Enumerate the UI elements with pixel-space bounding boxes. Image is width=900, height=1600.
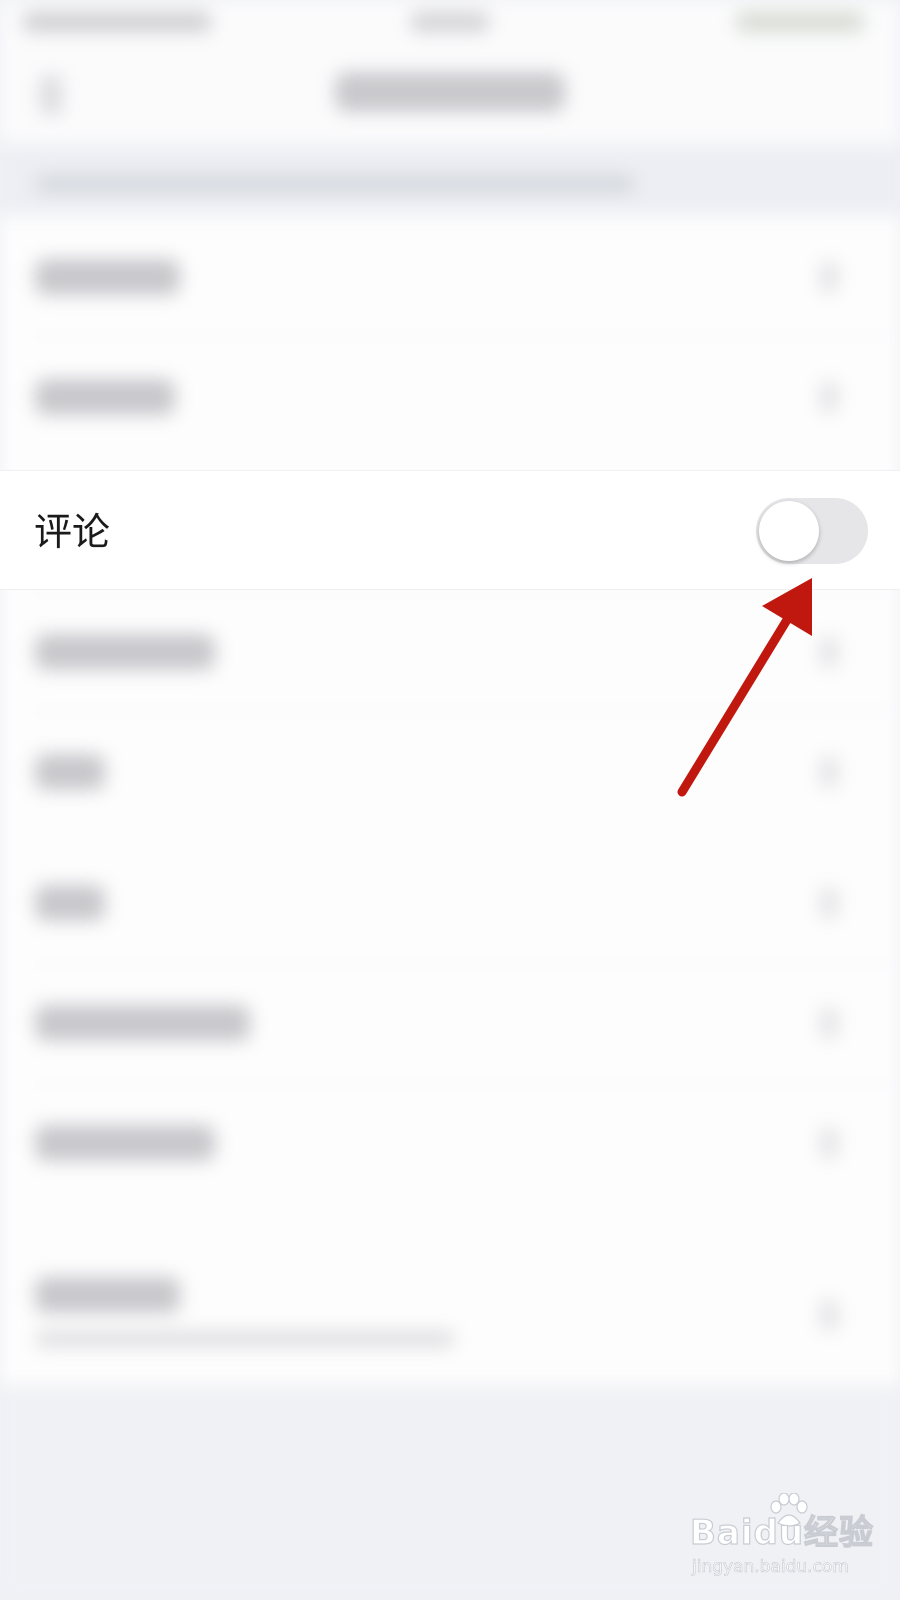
- chevron-right-icon: [820, 1128, 838, 1158]
- baidu-watermark: Baidu经验 jingyan.baidu.com: [689, 1493, 890, 1585]
- chevron-right-icon: [820, 1008, 838, 1038]
- row-description-blur: [35, 1331, 455, 1347]
- chevron-right-icon: [820, 1300, 838, 1330]
- settings-row-comments: 评论: [0, 470, 900, 590]
- comments-toggle-switch[interactable]: [756, 498, 868, 564]
- chevron-right-icon: [820, 382, 838, 412]
- section-hint-blur: [35, 175, 635, 193]
- row-label-blur: [35, 634, 215, 670]
- row-label-blur: [35, 754, 105, 790]
- nav-title-blur: [335, 72, 565, 112]
- settings-row-blurred[interactable]: [0, 845, 900, 965]
- status-bar-right-blur: [735, 12, 865, 32]
- row-label-blur: [35, 885, 105, 921]
- row-label-blur: [35, 1125, 215, 1161]
- settings-row-blurred[interactable]: [0, 710, 900, 830]
- row-label-blur: [35, 1005, 250, 1041]
- settings-screen: 评论 Baidu经验 jingyan.baidu.com: [0, 0, 900, 1600]
- settings-row-blurred[interactable]: [0, 590, 900, 710]
- status-bar-time-blur: [410, 12, 490, 32]
- settings-group-3: [0, 1245, 900, 1385]
- row-label-blur: [35, 1277, 180, 1313]
- toggle-knob[interactable]: [759, 501, 819, 561]
- watermark-logo-text: Baidu经验: [689, 1512, 875, 1553]
- settings-row-blurred[interactable]: [0, 335, 900, 455]
- chevron-right-icon: [820, 637, 838, 667]
- row-label-blur: [35, 259, 180, 295]
- settings-row-blurred[interactable]: [0, 965, 900, 1085]
- nav-bar: [0, 50, 900, 145]
- status-bar-left-blur: [22, 12, 212, 32]
- settings-group-2: [0, 845, 900, 1245]
- settings-row-blurred[interactable]: [0, 1085, 900, 1205]
- chevron-right-icon: [820, 262, 838, 292]
- chevron-right-icon: [820, 757, 838, 787]
- chevron-right-icon: [820, 888, 838, 918]
- watermark-url: jingyan.baidu.com: [692, 1557, 849, 1578]
- back-icon[interactable]: [40, 75, 62, 115]
- settings-row-blurred[interactable]: [0, 1245, 900, 1385]
- row-label: 评论: [34, 510, 111, 554]
- row-label-blur: [35, 379, 175, 415]
- status-bar: [0, 0, 900, 50]
- settings-row-blurred[interactable]: [0, 215, 900, 335]
- section-header: [0, 145, 900, 215]
